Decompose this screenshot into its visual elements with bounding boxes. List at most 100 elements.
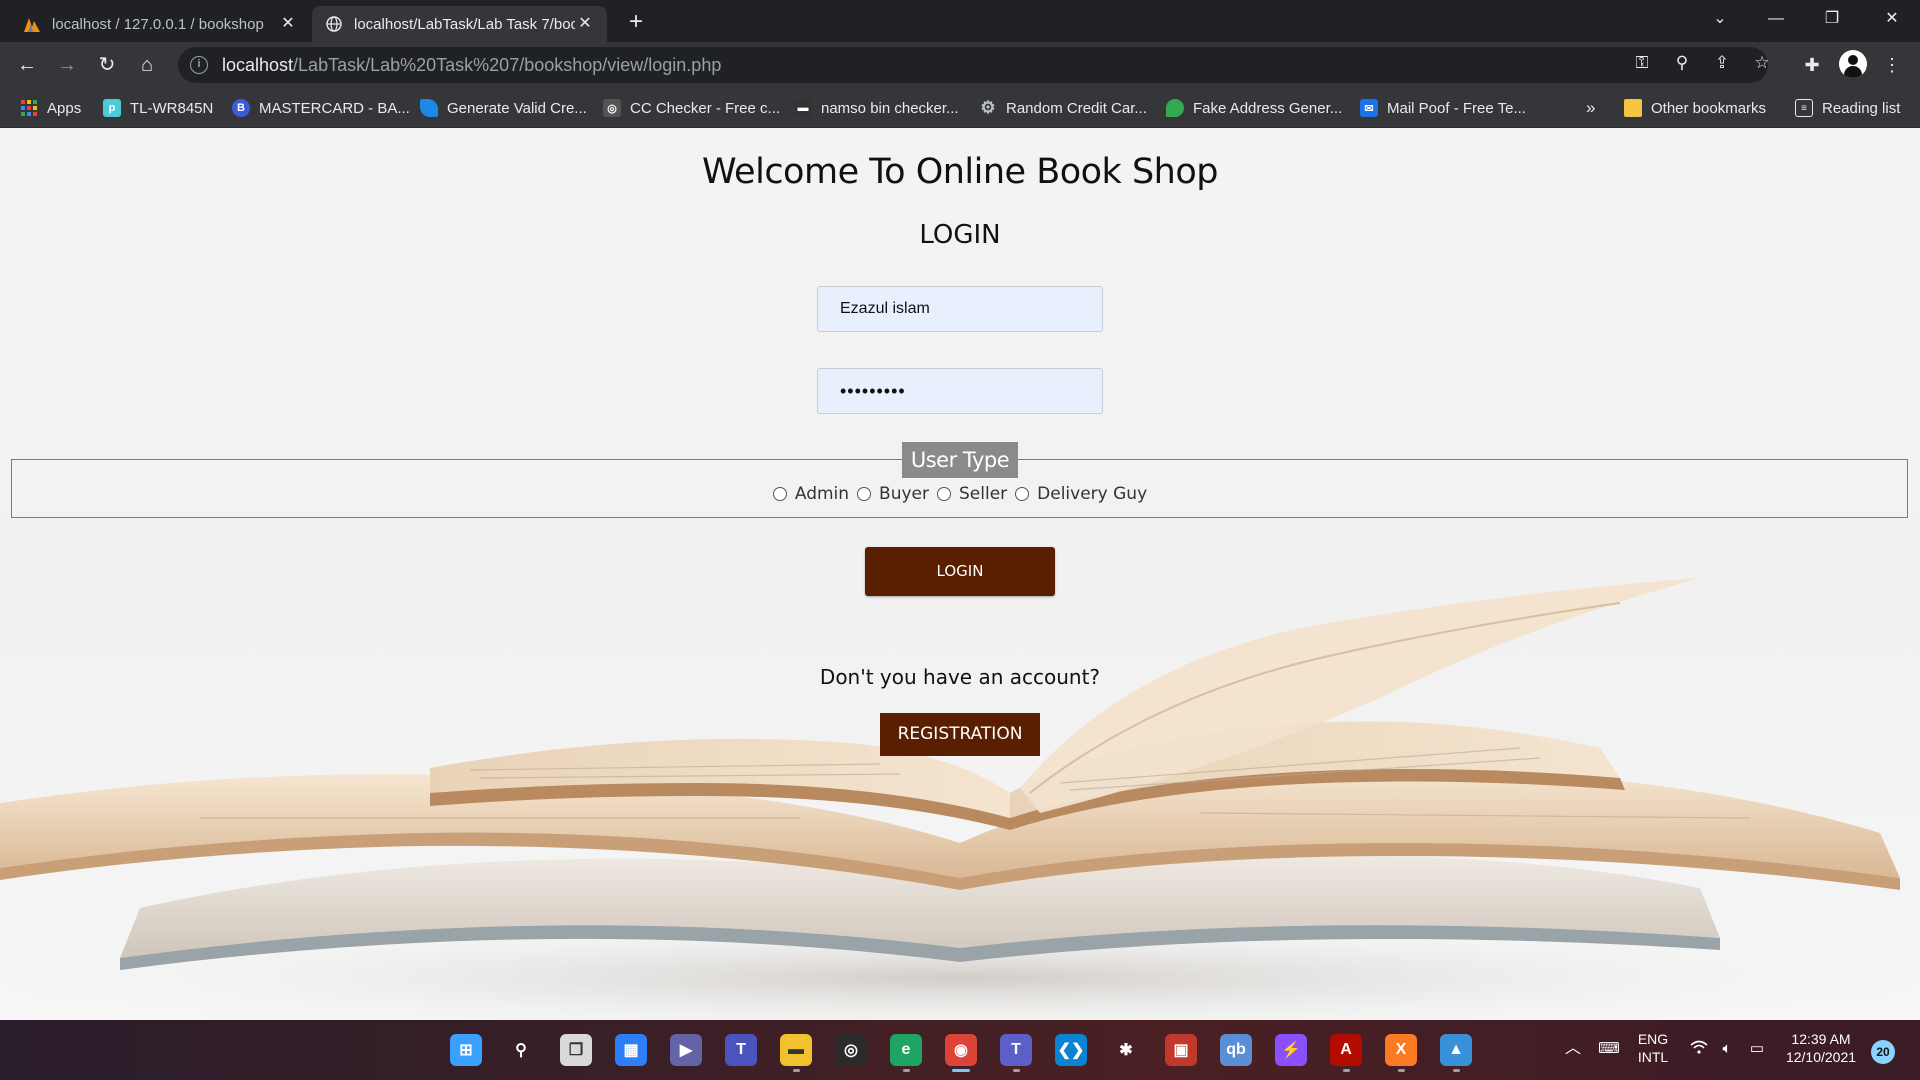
- tab-phpmyadmin[interactable]: localhost / 127.0.0.1 / bookshop ✕: [10, 6, 310, 42]
- qbittorrent-icon[interactable]: qb: [1220, 1034, 1252, 1066]
- running-indicator: [952, 1069, 970, 1072]
- tab-login-page[interactable]: localhost/LabTask/Lab Task 7/bookshop ✕: [312, 6, 607, 42]
- bookmark-mail-poof[interactable]: ✉ Mail Poof - Free Te...: [1360, 96, 1526, 120]
- search-icon[interactable]: ⚲: [505, 1034, 537, 1066]
- file-explorer-icon[interactable]: ▬: [780, 1034, 812, 1066]
- messenger-icon[interactable]: ⚡: [1275, 1034, 1307, 1066]
- profile-avatar[interactable]: [1839, 50, 1867, 78]
- tray-overflow-icon[interactable]: ︿: [1558, 1040, 1588, 1058]
- no-account-text: Don't you have an account?: [819, 665, 1101, 689]
- bookmark-tplink[interactable]: p TL-WR845N: [103, 96, 213, 120]
- reload-icon[interactable]: ↻: [92, 50, 122, 80]
- bookmark-label: CC Checker - Free c...: [630, 99, 781, 117]
- home-icon[interactable]: ⌂: [132, 50, 162, 80]
- password-field[interactable]: •••••••••: [817, 368, 1103, 414]
- username-field[interactable]: Ezazul islam: [817, 286, 1103, 332]
- gear-icon: ⚙: [980, 98, 996, 117]
- globe-icon: [324, 14, 344, 34]
- bookmark-apps[interactable]: Apps: [20, 96, 81, 120]
- volume-icon[interactable]: 🔈︎: [1714, 1040, 1740, 1058]
- user-type-radio-group: Admin Buyer Seller Delivery Guy: [0, 484, 1920, 504]
- acrobat-icon[interactable]: A: [1330, 1034, 1362, 1066]
- bookmark-mastercard[interactable]: B MASTERCARD - BA...: [232, 96, 410, 120]
- login-button[interactable]: LOGIN: [865, 547, 1055, 596]
- tab-search-icon[interactable]: ⌄: [1692, 0, 1748, 42]
- widgets-icon[interactable]: ▦: [615, 1034, 647, 1066]
- namso-icon: ▬: [794, 99, 812, 117]
- chat-icon[interactable]: ▶: [670, 1034, 702, 1066]
- apps-grid-icon: [20, 99, 38, 117]
- other-bookmarks-folder[interactable]: Other bookmarks: [1624, 96, 1766, 120]
- back-icon[interactable]: ←: [12, 50, 42, 80]
- xampp-icon[interactable]: X: [1385, 1034, 1417, 1066]
- radio-seller[interactable]: Seller: [937, 484, 1007, 504]
- bookmark-namso[interactable]: ▬ namso bin checker...: [794, 96, 959, 120]
- radio-admin[interactable]: Admin: [772, 484, 850, 504]
- browser-tab-strip: localhost / 127.0.0.1 / bookshop ✕ local…: [0, 0, 1920, 42]
- bookmark-label: Fake Address Gener...: [1193, 99, 1343, 117]
- tab-title: localhost/LabTask/Lab Task 7/bookshop: [354, 15, 575, 33]
- tab-close-icon[interactable]: ✕: [278, 14, 298, 34]
- radio-buyer[interactable]: Buyer: [857, 484, 929, 504]
- password-key-icon[interactable]: ⚿: [1630, 51, 1654, 75]
- clock-date: 12/10/2021: [1785, 1049, 1857, 1065]
- bookmark-generate-valid[interactable]: Generate Valid Cre...: [420, 96, 587, 120]
- forward-icon[interactable]: →: [52, 50, 82, 80]
- extensions-icon[interactable]: ✚: [1797, 50, 1827, 80]
- more-bookmarks-button[interactable]: »: [1586, 96, 1595, 120]
- radio-button-icon[interactable]: [937, 487, 951, 501]
- radio-label: Admin: [794, 484, 850, 504]
- folder-icon: [1624, 99, 1642, 117]
- keyboard-icon[interactable]: ⌨: [1594, 1040, 1624, 1058]
- spider-icon[interactable]: ✱: [1110, 1034, 1142, 1066]
- radio-button-icon[interactable]: [1015, 487, 1030, 501]
- running-indicator: [1452, 1069, 1460, 1072]
- teams-icon[interactable]: T: [725, 1034, 757, 1066]
- language-indicator[interactable]: ENG INTL: [1630, 1030, 1676, 1066]
- photos-icon[interactable]: ▲: [1440, 1034, 1472, 1066]
- phpmyadmin-icon: [22, 14, 42, 34]
- registration-button[interactable]: REGISTRATION: [880, 713, 1040, 756]
- bookmark-cc-checker[interactable]: ◎ CC Checker - Free c...: [603, 96, 780, 120]
- page-title: Welcome To Online Book Shop: [702, 152, 1218, 192]
- running-indicator: [1397, 1069, 1405, 1072]
- bookmark-label: Other bookmarks: [1651, 99, 1767, 117]
- share-icon[interactable]: ⇪: [1710, 51, 1734, 75]
- tab-close-icon[interactable]: ✕: [575, 14, 595, 34]
- battery-icon[interactable]: ▭: [1744, 1040, 1770, 1058]
- browser-toolbar: ← → ↻ ⌂ i localhost/LabTask/Lab%20Task%2…: [0, 42, 1920, 88]
- minimize-button[interactable]: —: [1748, 0, 1804, 42]
- zoom-icon[interactable]: ⚲: [1670, 51, 1694, 75]
- restore-button[interactable]: ❐: [1804, 0, 1860, 42]
- radio-button-icon[interactable]: [772, 487, 787, 501]
- bookmark-fake-address[interactable]: Fake Address Gener...: [1166, 96, 1342, 120]
- b-icon: B: [232, 99, 250, 117]
- radio-delivery-guy[interactable]: Delivery Guy: [1015, 484, 1147, 504]
- running-indicator: [1342, 1069, 1350, 1072]
- vscode-icon[interactable]: ❮❯: [1055, 1034, 1087, 1066]
- keyboard-layout: INTL: [1637, 1049, 1669, 1065]
- teams-work-icon[interactable]: T: [1000, 1034, 1032, 1066]
- bookmark-random-credit[interactable]: ⚙ Random Credit Car...: [979, 96, 1147, 120]
- store-icon[interactable]: ▣: [1165, 1034, 1197, 1066]
- site-info-icon[interactable]: i: [190, 56, 208, 74]
- reading-list-button[interactable]: ≡ Reading list: [1795, 96, 1900, 120]
- task-view-icon[interactable]: ❐: [560, 1034, 592, 1066]
- obs-icon[interactable]: ◎: [835, 1034, 867, 1066]
- close-window-button[interactable]: ✕: [1864, 0, 1920, 42]
- chrome-icon[interactable]: ◉: [945, 1034, 977, 1066]
- clock[interactable]: 12:39 AM 12/10/2021: [1776, 1030, 1866, 1066]
- new-tab-button[interactable]: +: [622, 9, 650, 37]
- bookmark-star-icon[interactable]: ☆: [1750, 51, 1774, 75]
- radio-button-icon[interactable]: [857, 487, 872, 501]
- login-heading: LOGIN: [919, 220, 1001, 250]
- wifi-icon[interactable]: [1686, 1040, 1712, 1059]
- notification-badge[interactable]: 20: [1871, 1040, 1895, 1064]
- tplink-icon: p: [103, 99, 121, 117]
- edge-icon[interactable]: e: [890, 1034, 922, 1066]
- address-bar[interactable]: i localhost/LabTask/Lab%20Task%207/books…: [178, 47, 1768, 83]
- running-indicator: [902, 1069, 910, 1072]
- bookmark-label: Mail Poof - Free Te...: [1387, 99, 1526, 117]
- menu-kebab-icon[interactable]: ⋮: [1877, 50, 1907, 80]
- start-icon[interactable]: ⊞: [450, 1034, 482, 1066]
